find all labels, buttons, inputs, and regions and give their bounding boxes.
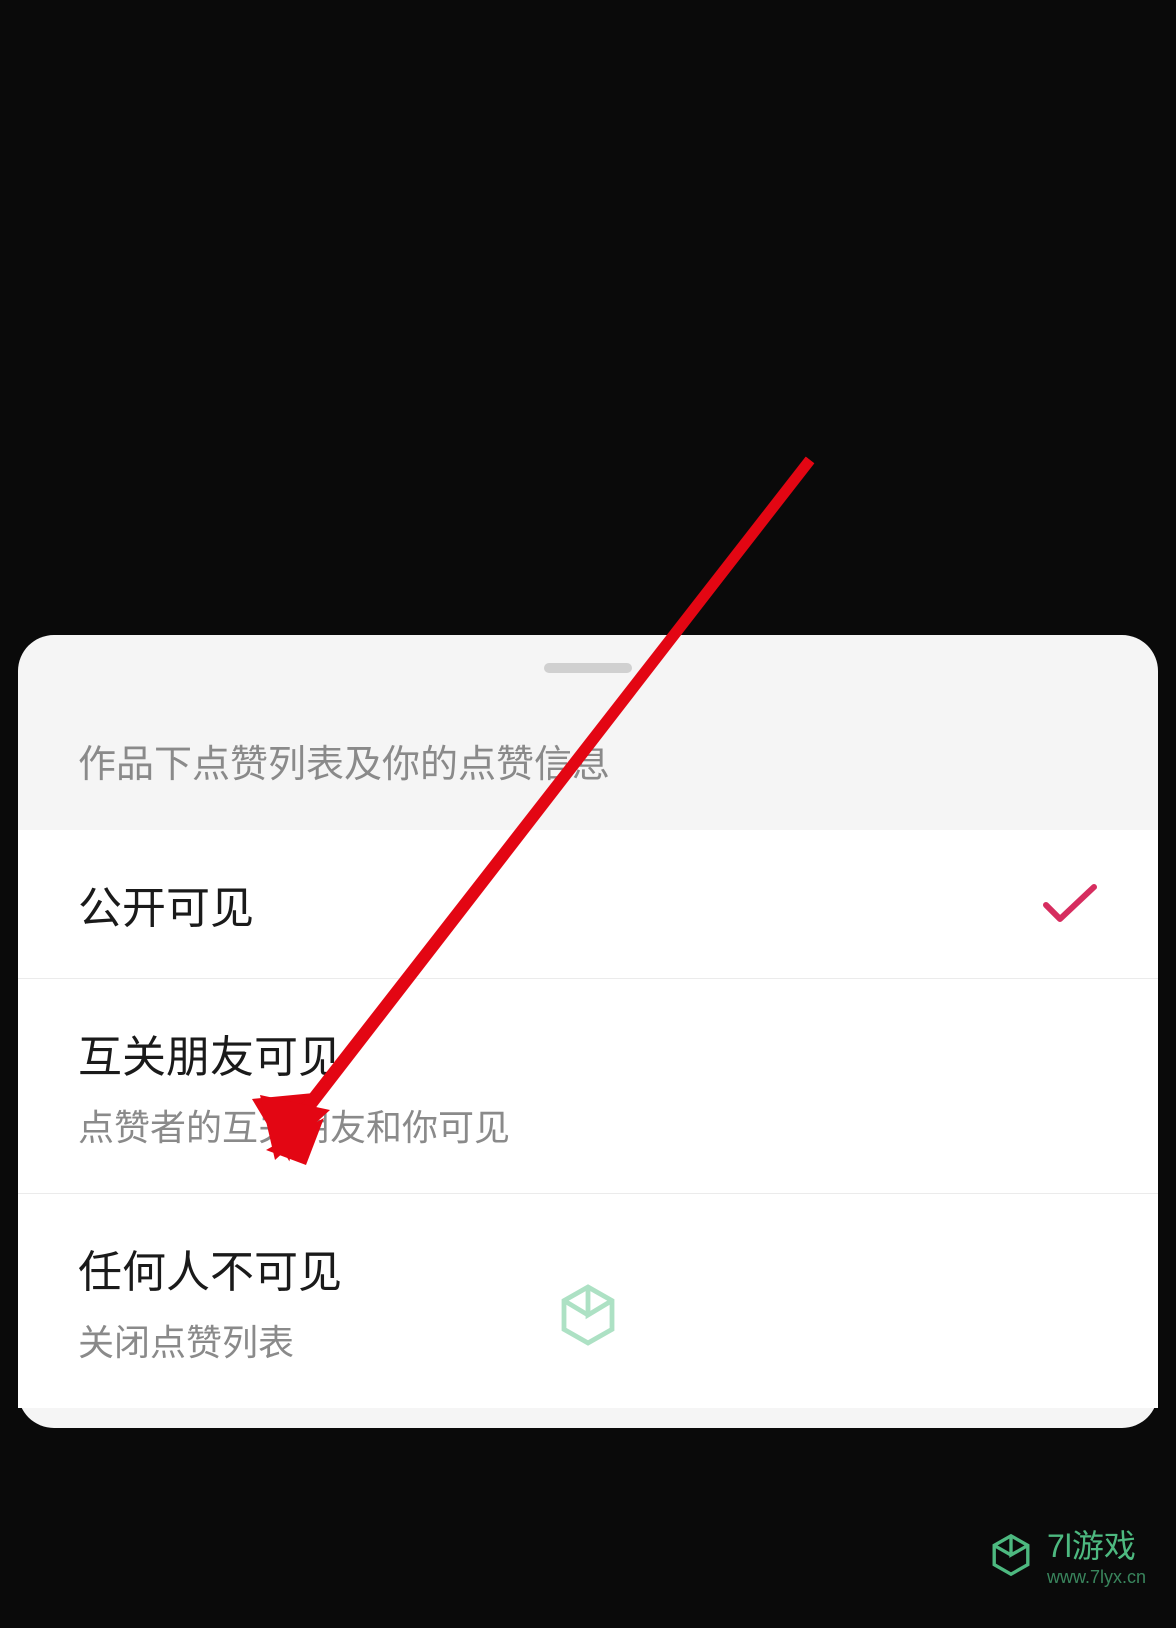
checkmark-icon (1042, 883, 1098, 925)
dark-background (0, 0, 1176, 606)
bottom-sheet: 作品下点赞列表及你的点赞信息 公开可见 互关朋友可见 点赞者的互关朋友和你可见 … (18, 635, 1158, 1428)
section-title: 作品下点赞列表及你的点赞信息 (18, 733, 1158, 788)
option-description: 点赞者的互关朋友和你可见 (78, 1099, 510, 1151)
option-mutual-friends-visible[interactable]: 互关朋友可见 点赞者的互关朋友和你可见 (18, 979, 1158, 1194)
option-label: 公开可见 (78, 872, 254, 936)
watermark-url: www.7lyx.cn (1047, 1567, 1146, 1588)
option-description: 关闭点赞列表 (78, 1314, 342, 1366)
watermark-logo-icon (548, 1275, 628, 1355)
option-public-visible[interactable]: 公开可见 (18, 830, 1158, 979)
option-content: 互关朋友可见 点赞者的互关朋友和你可见 (78, 1021, 510, 1151)
option-label: 任何人不可见 (78, 1236, 342, 1300)
bottom-watermark: 7l游戏 www.7lyx.cn (987, 1521, 1146, 1588)
watermark-text: 7l游戏 www.7lyx.cn (1047, 1521, 1146, 1588)
drag-handle[interactable] (544, 663, 632, 673)
option-label: 互关朋友可见 (78, 1021, 510, 1085)
option-content: 任何人不可见 关闭点赞列表 (78, 1236, 342, 1366)
watermark-title: 7l游戏 (1047, 1521, 1136, 1567)
watermark-cube-icon (987, 1531, 1035, 1579)
option-content: 公开可见 (78, 872, 254, 936)
